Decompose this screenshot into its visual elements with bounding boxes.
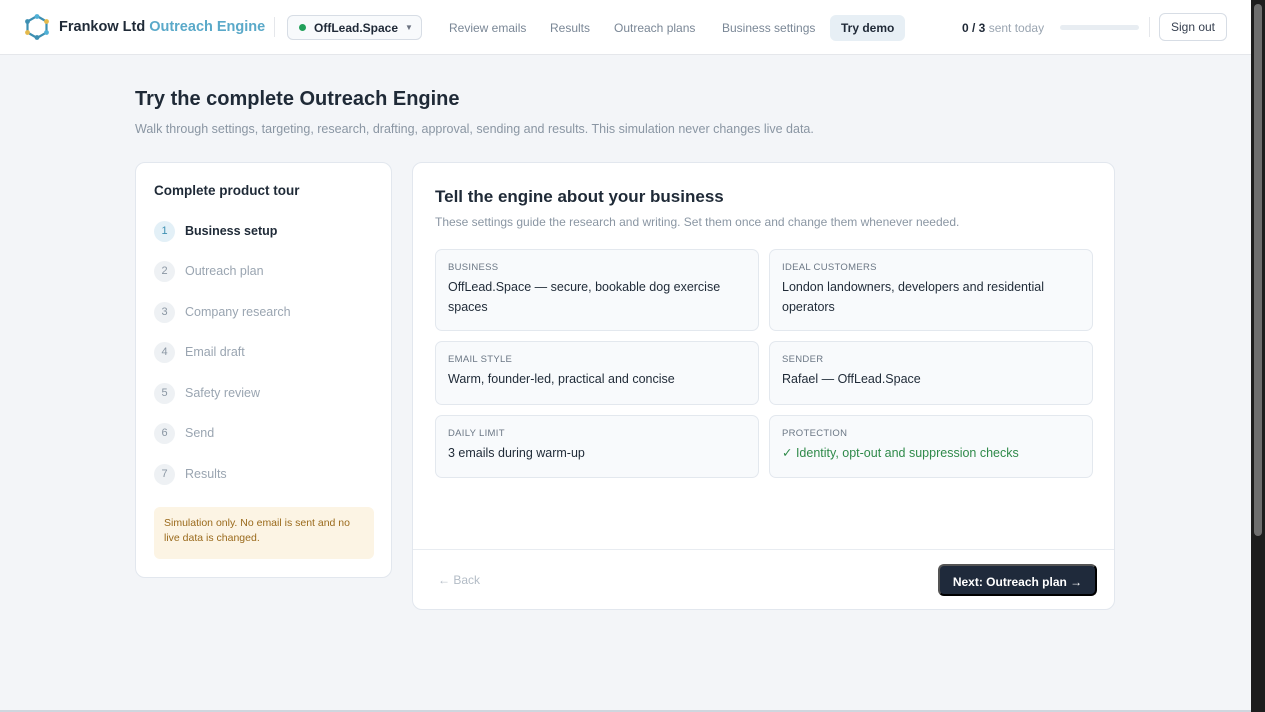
sent-suffix: sent today bbox=[988, 21, 1045, 35]
sent-count: 0 / 3 bbox=[962, 21, 986, 35]
nav-try-demo[interactable]: Try demo bbox=[830, 15, 906, 41]
field-email-style: Email style Warm, founder-led, practical… bbox=[435, 341, 759, 405]
step-label: Safety review bbox=[185, 386, 261, 400]
section-title: Tell the engine about your business bbox=[435, 187, 724, 206]
field-ideal-customers: Ideal customers London landowners, devel… bbox=[769, 249, 1093, 331]
tour-step-safety-review[interactable]: 5 Safety review bbox=[154, 382, 260, 404]
back-button[interactable]: ← Back bbox=[438, 573, 480, 587]
simulation-notice: Simulation only. No email is sent and no… bbox=[154, 507, 374, 559]
network-logo-icon bbox=[25, 14, 49, 40]
step-number: 1 bbox=[154, 220, 175, 242]
field-value: Warm, founder-led, practical and concise bbox=[448, 372, 675, 386]
field-value: London landowners, developers and reside… bbox=[782, 280, 1044, 314]
nav-results[interactable]: Results bbox=[550, 15, 590, 41]
nav-business-settings[interactable]: Business settings bbox=[722, 15, 815, 41]
sign-out-button[interactable]: Sign out bbox=[1159, 13, 1227, 41]
workspace-name: OffLead.Space bbox=[314, 20, 399, 35]
step-label: Send bbox=[185, 426, 215, 440]
step-number: 6 bbox=[154, 422, 175, 444]
sent-progress-bar bbox=[1060, 25, 1139, 30]
step-label: Business setup bbox=[185, 224, 278, 238]
field-label: Protection bbox=[782, 428, 848, 439]
tour-step-email-draft[interactable]: 4 Email draft bbox=[154, 341, 245, 363]
field-value: 3 emails during warm-up bbox=[448, 446, 585, 460]
step-number: 2 bbox=[154, 260, 175, 282]
field-protection: Protection ✓ Identity, opt-out and suppr… bbox=[769, 415, 1093, 478]
brand-name: Frankow Ltd bbox=[59, 19, 146, 35]
field-value: OffLead.Space — secure, bookable dog exe… bbox=[448, 280, 721, 314]
step-label: Email draft bbox=[185, 345, 245, 359]
step-number: 5 bbox=[154, 382, 175, 404]
tour-step-results[interactable]: 7 Results bbox=[154, 463, 227, 485]
business-setup-card: Tell the engine about your business Thes… bbox=[412, 162, 1115, 610]
field-label: Business bbox=[448, 262, 499, 273]
step-label: Company research bbox=[185, 305, 291, 319]
nav-outreach-plans[interactable]: Outreach plans bbox=[614, 15, 695, 41]
scrollbar[interactable] bbox=[1251, 0, 1265, 712]
status-dot-icon bbox=[299, 24, 306, 31]
field-sender: Sender Rafael — OffLead.Space bbox=[769, 341, 1093, 405]
chevron-down-icon: ▼ bbox=[405, 23, 413, 32]
next-outreach-plan-button[interactable]: Next: Outreach plan → bbox=[938, 564, 1097, 596]
step-number: 3 bbox=[154, 301, 175, 323]
divider bbox=[274, 17, 275, 37]
brand-product: Outreach Engine bbox=[149, 19, 266, 35]
divider bbox=[1149, 17, 1150, 37]
scrollbar-thumb[interactable] bbox=[1254, 4, 1262, 536]
divider bbox=[413, 549, 1114, 550]
tour-step-company-research[interactable]: 3 Company research bbox=[154, 301, 291, 323]
page-title: Try the complete Outreach Engine bbox=[135, 88, 460, 110]
field-label: Email style bbox=[448, 354, 513, 365]
tour-step-send[interactable]: 6 Send bbox=[154, 422, 214, 444]
field-label: Sender bbox=[782, 354, 824, 365]
field-value: ✓ Identity, opt-out and suppression chec… bbox=[782, 446, 1019, 460]
sent-today-counter: 0 / 3 sent today bbox=[962, 15, 1044, 41]
product-tour-card: Complete product tour 1 Business setup 2… bbox=[135, 162, 392, 578]
page-subtitle: Walk through settings, targeting, resear… bbox=[135, 122, 814, 136]
step-number: 4 bbox=[154, 341, 175, 363]
field-label: Daily limit bbox=[448, 428, 505, 439]
tour-title: Complete product tour bbox=[154, 183, 300, 198]
tour-step-outreach-plan[interactable]: 2 Outreach plan bbox=[154, 260, 264, 282]
field-daily-limit: Daily limit 3 emails during warm-up bbox=[435, 415, 759, 478]
field-business: Business OffLead.Space — secure, bookabl… bbox=[435, 249, 759, 331]
step-label: Results bbox=[185, 467, 227, 481]
step-number: 7 bbox=[154, 463, 175, 485]
workspace-selector[interactable]: OffLead.Space ▼ bbox=[287, 15, 422, 40]
brand[interactable]: Frankow Ltd Outreach Engine bbox=[24, 14, 265, 40]
tour-step-business-setup[interactable]: 1 Business setup bbox=[154, 220, 277, 242]
section-subtitle: These settings guide the research and wr… bbox=[435, 215, 960, 229]
step-label: Outreach plan bbox=[185, 264, 264, 278]
nav-review-emails[interactable]: Review emails bbox=[449, 15, 526, 41]
field-label: Ideal customers bbox=[782, 262, 877, 273]
field-value: Rafael — OffLead.Space bbox=[782, 372, 921, 386]
top-bar: Frankow Ltd Outreach Engine OffLead.Spac… bbox=[0, 0, 1251, 55]
